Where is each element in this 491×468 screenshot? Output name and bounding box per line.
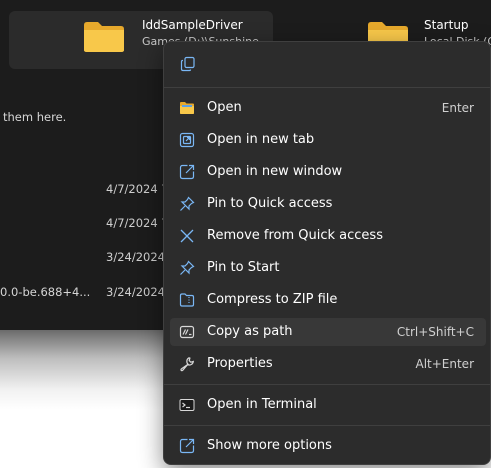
file-date: 4/7/2024 7 (106, 216, 169, 230)
menu-item-pin-to-start[interactable]: Pin to Start (170, 254, 486, 282)
folder-open-icon (179, 100, 195, 116)
pin-icon (179, 260, 195, 276)
menu-item-label: Compress to ZIP file (207, 292, 338, 307)
menu-item-shortcut: Ctrl+Shift+C (396, 325, 474, 339)
tile-title: IddSampleDriver (142, 18, 243, 32)
file-date: 3/24/2024 (106, 285, 165, 299)
pin-icon (179, 196, 195, 212)
menu-item-copy-as-path[interactable]: Copy as path Ctrl+Shift+C (170, 318, 486, 346)
menu-item-label: Pin to Start (207, 260, 280, 275)
menu-item-open-in-new-window[interactable]: Open in new window (170, 158, 486, 186)
menu-item-label: Properties (207, 356, 273, 371)
file-name[interactable]: 0.0-be.688+4... (0, 285, 90, 299)
wrench-icon (179, 356, 195, 372)
show-more-icon (179, 438, 195, 454)
menu-item-shortcut: Enter (441, 101, 474, 115)
empty-state-hint: them here. (3, 110, 67, 124)
close-icon (179, 228, 195, 244)
menu-item-properties[interactable]: Properties Alt+Enter (170, 350, 486, 378)
context-menu: Open Enter Open in new tab Open in new w… (163, 41, 491, 465)
menu-item-label: Open in Terminal (207, 397, 317, 412)
menu-item-label: Open in new window (207, 164, 343, 179)
menu-item-label: Open in new tab (207, 132, 315, 147)
menu-item-open-in-terminal[interactable]: Open in Terminal (170, 391, 486, 419)
menu-item-remove-from-quick-access[interactable]: Remove from Quick access (170, 222, 486, 250)
menu-item-show-more-options[interactable]: Show more options (170, 432, 486, 460)
menu-item-open[interactable]: Open Enter (170, 94, 486, 122)
menu-item-open-in-new-tab[interactable]: Open in new tab (170, 126, 486, 154)
new-tab-icon (179, 132, 195, 148)
menu-divider (164, 425, 491, 426)
menu-item-label: Show more options (207, 438, 332, 453)
tile-title: Startup (424, 18, 469, 32)
new-window-icon (179, 164, 195, 180)
zip-folder-icon (179, 292, 195, 308)
menu-item-label: Copy as path (207, 324, 293, 339)
file-date: 4/7/2024 7 (106, 182, 169, 196)
folder-icon (83, 21, 125, 53)
menu-item-label: Remove from Quick access (207, 228, 383, 243)
menu-item-pin-to-quick-access[interactable]: Pin to Quick access (170, 190, 486, 218)
menu-divider (164, 384, 491, 385)
menu-divider (164, 87, 491, 88)
copy-icon[interactable] (180, 56, 196, 72)
menu-item-label: Pin to Quick access (207, 196, 333, 211)
copy-path-icon (179, 324, 195, 340)
menu-item-label: Open (207, 100, 242, 115)
menu-item-compress-to-zip[interactable]: Compress to ZIP file (170, 286, 486, 314)
menu-item-shortcut: Alt+Enter (415, 357, 474, 371)
terminal-icon (179, 397, 195, 413)
file-date: 3/24/2024 (106, 250, 165, 264)
